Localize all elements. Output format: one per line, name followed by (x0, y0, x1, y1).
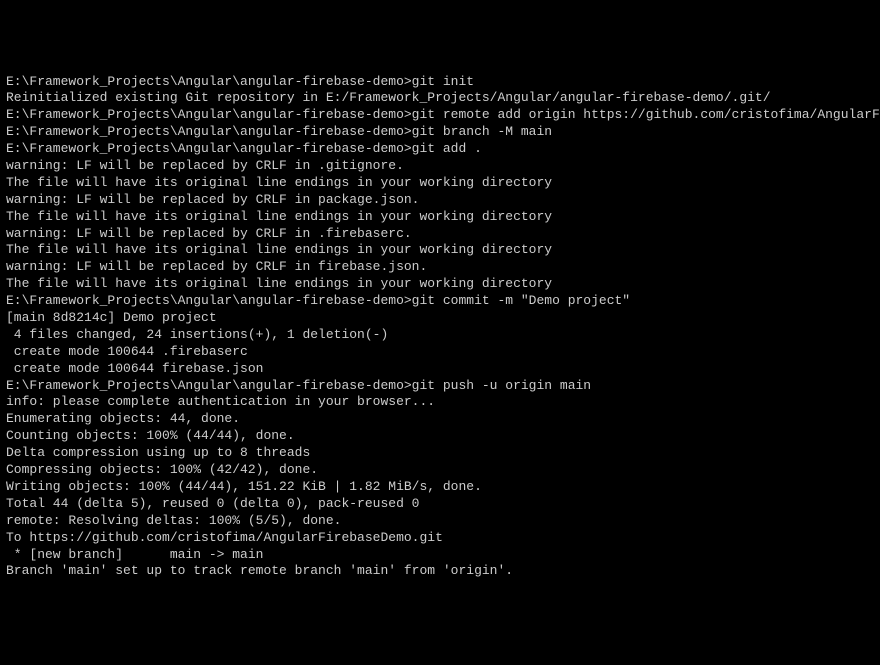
terminal-line: Reinitialized existing Git repository in… (6, 90, 874, 107)
terminal-line: Counting objects: 100% (44/44), done. (6, 428, 874, 445)
terminal-line: Branch 'main' set up to track remote bra… (6, 563, 874, 580)
terminal-line: Enumerating objects: 44, done. (6, 411, 874, 428)
terminal-line: warning: LF will be replaced by CRLF in … (6, 158, 874, 175)
terminal-line: The file will have its original line end… (6, 209, 874, 226)
terminal-line: Delta compression using up to 8 threads (6, 445, 874, 462)
terminal-line: E:\Framework_Projects\Angular\angular-fi… (6, 141, 874, 158)
terminal-line: warning: LF will be replaced by CRLF in … (6, 192, 874, 209)
terminal-line: The file will have its original line end… (6, 276, 874, 293)
terminal-line: The file will have its original line end… (6, 242, 874, 259)
terminal-line: create mode 100644 .firebaserc (6, 344, 874, 361)
terminal-line: 4 files changed, 24 insertions(+), 1 del… (6, 327, 874, 344)
terminal-line: create mode 100644 firebase.json (6, 361, 874, 378)
terminal-line: E:\Framework_Projects\Angular\angular-fi… (6, 378, 874, 395)
terminal-line: Compressing objects: 100% (42/42), done. (6, 462, 874, 479)
terminal-line: [main 8d8214c] Demo project (6, 310, 874, 327)
terminal-line: Writing objects: 100% (44/44), 151.22 Ki… (6, 479, 874, 496)
terminal-line: warning: LF will be replaced by CRLF in … (6, 259, 874, 276)
terminal-line: info: please complete authentication in … (6, 394, 874, 411)
terminal-line: The file will have its original line end… (6, 175, 874, 192)
terminal-line: E:\Framework_Projects\Angular\angular-fi… (6, 293, 874, 310)
terminal-line: remote: Resolving deltas: 100% (5/5), do… (6, 513, 874, 530)
terminal-line: * [new branch] main -> main (6, 547, 874, 564)
terminal-line: E:\Framework_Projects\Angular\angular-fi… (6, 124, 874, 141)
terminal-line: E:\Framework_Projects\Angular\angular-fi… (6, 74, 874, 91)
terminal-line: E:\Framework_Projects\Angular\angular-fi… (6, 107, 874, 124)
terminal-line: Total 44 (delta 5), reused 0 (delta 0), … (6, 496, 874, 513)
terminal-line: To https://github.com/cristofima/Angular… (6, 530, 874, 547)
terminal-line: warning: LF will be replaced by CRLF in … (6, 226, 874, 243)
terminal-output[interactable]: E:\Framework_Projects\Angular\angular-fi… (6, 74, 874, 581)
